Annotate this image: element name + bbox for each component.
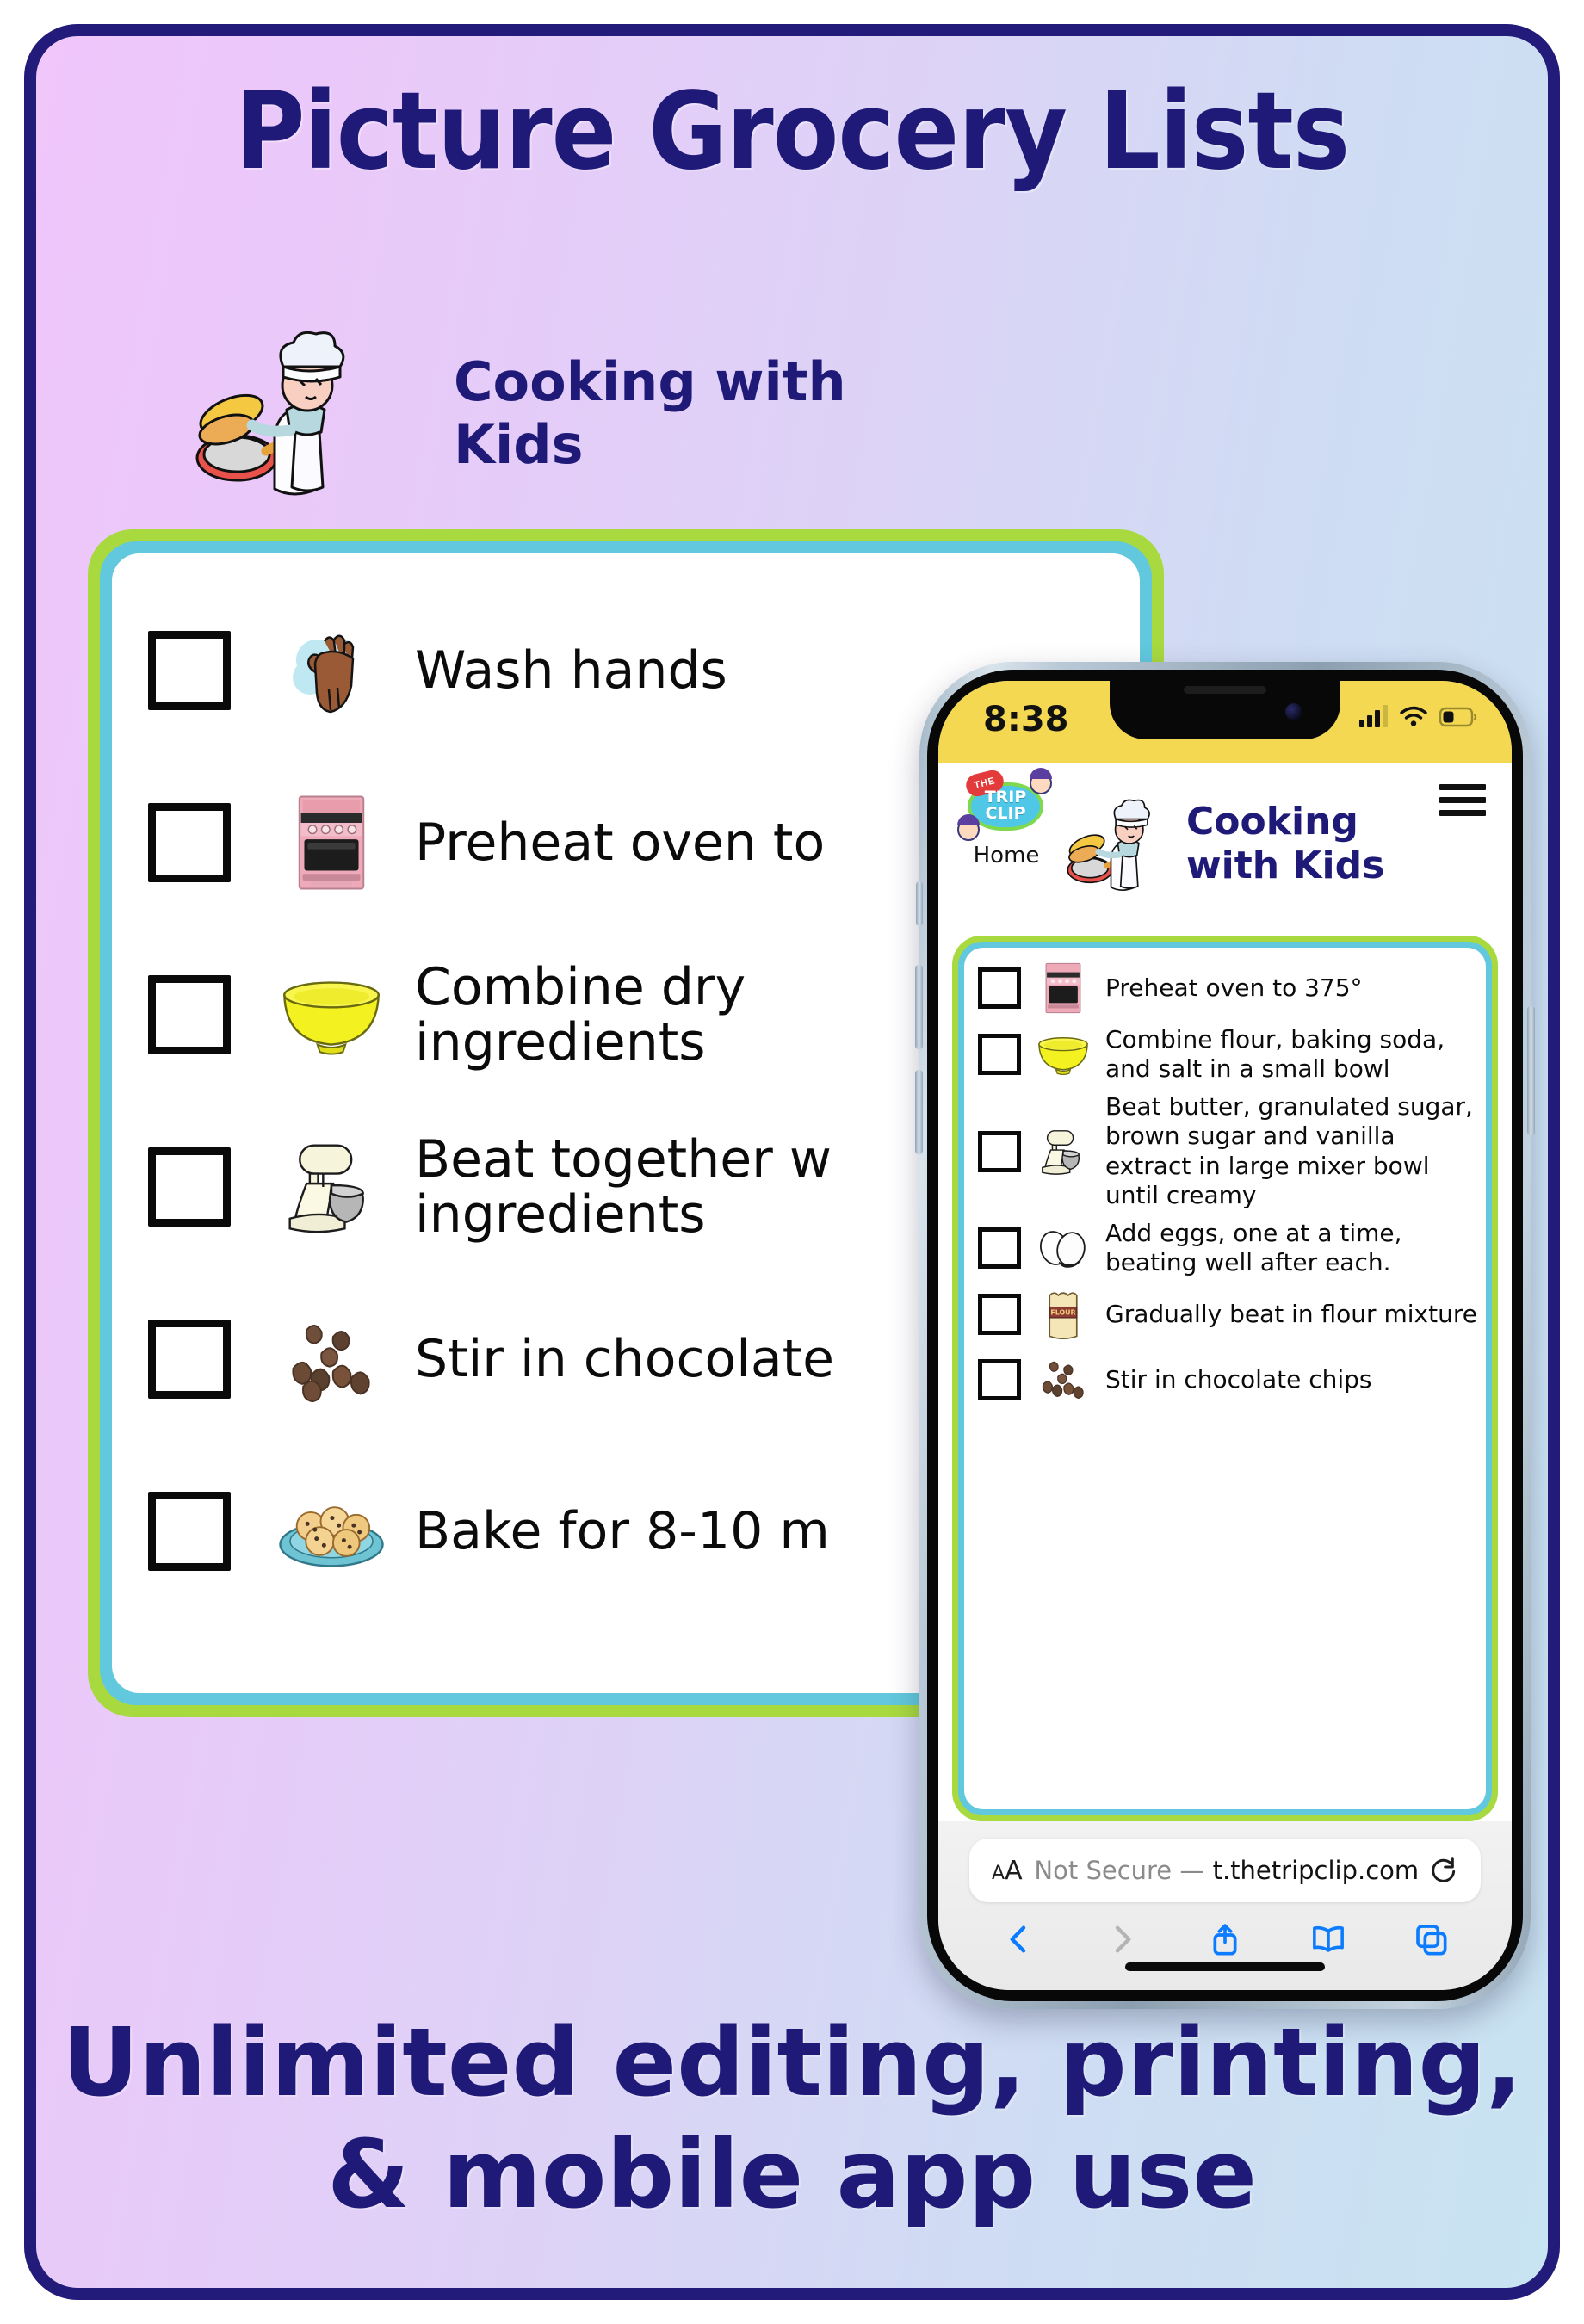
printed-item-label: Wash hands bbox=[415, 640, 727, 701]
url-domain: t.thetripclip.com bbox=[1212, 1856, 1420, 1885]
browser-toolbar bbox=[938, 1914, 1512, 1964]
checkbox[interactable] bbox=[978, 1227, 1021, 1270]
oven-icon bbox=[267, 787, 396, 899]
reload-icon[interactable] bbox=[1431, 1857, 1458, 1884]
printed-item-label: Combine dry ingredients bbox=[415, 956, 746, 1072]
earpiece-speaker bbox=[1184, 686, 1266, 694]
cellular-signal-icon bbox=[1359, 705, 1388, 727]
phone-card-surface: Preheat oven to 375° Combine flour, baki… bbox=[964, 948, 1486, 1809]
kid-face-icon bbox=[957, 814, 980, 841]
security-label: Not Secure — bbox=[1034, 1856, 1205, 1885]
list-item[interactable]: Preheat oven to 375° bbox=[978, 960, 1477, 1017]
printed-list-header: Cooking with Kids bbox=[187, 329, 1048, 522]
list-item[interactable]: Add eggs, one at a time, beating well af… bbox=[978, 1219, 1477, 1277]
silent-switch[interactable] bbox=[916, 881, 923, 926]
checkbox[interactable] bbox=[978, 1294, 1021, 1336]
browser-chrome: AA Not Secure — t.thetripclip.com bbox=[938, 1821, 1512, 1990]
footer-line-2: & mobile app use bbox=[327, 2118, 1257, 2229]
checkbox[interactable] bbox=[978, 967, 1021, 1009]
checkbox[interactable] bbox=[148, 1492, 231, 1571]
logo-clip-text: CLIP bbox=[985, 804, 1026, 823]
home-label: Home bbox=[973, 843, 1040, 868]
footer-line-1: Unlimited editing, printing, bbox=[61, 2007, 1523, 2117]
phone-checklist-card: Preheat oven to 375° Combine flour, baki… bbox=[952, 936, 1498, 1821]
printed-list-title: Cooking with Kids bbox=[454, 350, 846, 477]
phone-notch bbox=[1110, 681, 1340, 739]
hamburger-menu-icon[interactable] bbox=[1439, 784, 1486, 819]
aa-small: A bbox=[992, 1862, 1005, 1884]
battery-icon bbox=[1439, 707, 1477, 727]
svg-text:FLOUR: FLOUR bbox=[1050, 1309, 1075, 1317]
phone-screen: 8:38 THE TRIP CLIP Home Cooking with Kid… bbox=[938, 681, 1512, 1990]
printed-item-label: Beat together w ingredients bbox=[415, 1128, 832, 1245]
tabs-icon[interactable] bbox=[1411, 1919, 1451, 1959]
cookies-plate-icon bbox=[267, 1475, 396, 1587]
page-title: Picture Grocery Lists bbox=[234, 70, 1350, 194]
volume-up-button[interactable] bbox=[915, 965, 923, 1049]
eggs-icon bbox=[1031, 1220, 1095, 1276]
oven-icon bbox=[1031, 960, 1095, 1017]
printed-item-label: Preheat oven to bbox=[415, 812, 826, 873]
printed-item-label: Bake for 8-10 m bbox=[415, 1500, 830, 1561]
book-bookmarks-icon[interactable] bbox=[1309, 1919, 1348, 1959]
status-bar: 8:38 bbox=[938, 681, 1512, 763]
back-chevron-icon[interactable] bbox=[999, 1919, 1039, 1959]
aa-text-size-icon[interactable]: AA bbox=[992, 1856, 1023, 1886]
checkbox[interactable] bbox=[978, 1359, 1021, 1401]
trip-clip-logo: THE TRIP CLIP bbox=[957, 768, 1052, 841]
address-bar[interactable]: AA Not Secure — t.thetripclip.com bbox=[969, 1839, 1481, 1902]
chef-cooking-icon bbox=[1067, 799, 1150, 891]
checkbox[interactable] bbox=[148, 631, 231, 710]
chocolate-chips-icon bbox=[1031, 1351, 1095, 1408]
list-item[interactable]: Beat butter, granulated sugar, brown sug… bbox=[978, 1092, 1477, 1210]
chocolate-chips-icon bbox=[267, 1303, 396, 1415]
share-icon[interactable] bbox=[1205, 1919, 1245, 1959]
checkbox[interactable] bbox=[978, 1130, 1021, 1172]
wifi-icon bbox=[1400, 706, 1427, 726]
front-camera bbox=[1285, 703, 1302, 720]
phone-title-line-2: with Kids bbox=[1186, 844, 1385, 888]
stand-mixer-icon bbox=[1031, 1123, 1095, 1180]
kid-face-icon bbox=[1030, 768, 1052, 794]
footer-tagline: Unlimited editing, printing, & mobile ap… bbox=[36, 2007, 1548, 2231]
flour-bag-icon: FLOUR bbox=[1031, 1286, 1095, 1343]
checkbox[interactable] bbox=[148, 975, 231, 1054]
iphone-mockup: 8:38 THE TRIP CLIP Home Cooking with Kid… bbox=[915, 662, 1535, 2009]
phone-card-inner-border: Preheat oven to 375° Combine flour, baki… bbox=[958, 942, 1492, 1815]
checkbox[interactable] bbox=[148, 1320, 231, 1399]
stand-mixer-icon bbox=[267, 1131, 396, 1243]
checkbox[interactable] bbox=[148, 1147, 231, 1227]
url-text: Not Secure — t.thetripclip.com bbox=[1023, 1856, 1431, 1885]
list-item-label: Add eggs, one at a time, beating well af… bbox=[1105, 1218, 1402, 1277]
app-header: THE TRIP CLIP Home Cooking with Kids bbox=[938, 763, 1512, 936]
home-link[interactable]: THE TRIP CLIP Home bbox=[957, 768, 1054, 868]
list-item-label: Beat butter, granulated sugar, brown sug… bbox=[1105, 1092, 1473, 1209]
washing-hands-icon bbox=[267, 615, 396, 726]
pin-card: Picture Grocery Lists Cooking with Kids … bbox=[24, 24, 1560, 2300]
printed-item-label: Stir in chocolate bbox=[415, 1328, 835, 1389]
yellow-bowl-icon bbox=[267, 959, 396, 1071]
list-item-label: Preheat oven to 375° bbox=[1105, 973, 1363, 1002]
volume-down-button[interactable] bbox=[915, 1070, 923, 1154]
status-clock: 8:38 bbox=[983, 700, 1069, 739]
home-indicator bbox=[1125, 1962, 1325, 1971]
aa-large: A bbox=[1005, 1855, 1023, 1886]
checkbox[interactable] bbox=[148, 803, 231, 882]
status-indicators bbox=[1359, 705, 1477, 727]
chef-cooking-icon bbox=[195, 331, 345, 496]
list-item-label: Combine flour, baking soda, and salt in … bbox=[1105, 1025, 1445, 1084]
forward-chevron-icon[interactable] bbox=[1102, 1919, 1142, 1959]
list-item-label: Gradually beat in flour mixture bbox=[1105, 1300, 1477, 1329]
list-item[interactable]: FLOUR Gradually beat in flour mixture bbox=[978, 1286, 1477, 1343]
list-item[interactable]: Combine flour, baking soda, and salt in … bbox=[978, 1025, 1477, 1084]
yellow-bowl-icon bbox=[1031, 1026, 1095, 1083]
power-button[interactable] bbox=[1527, 1006, 1535, 1135]
checkbox[interactable] bbox=[978, 1034, 1021, 1076]
list-item-label: Stir in chocolate chips bbox=[1105, 1365, 1372, 1394]
list-item[interactable]: Stir in chocolate chips bbox=[978, 1351, 1477, 1408]
